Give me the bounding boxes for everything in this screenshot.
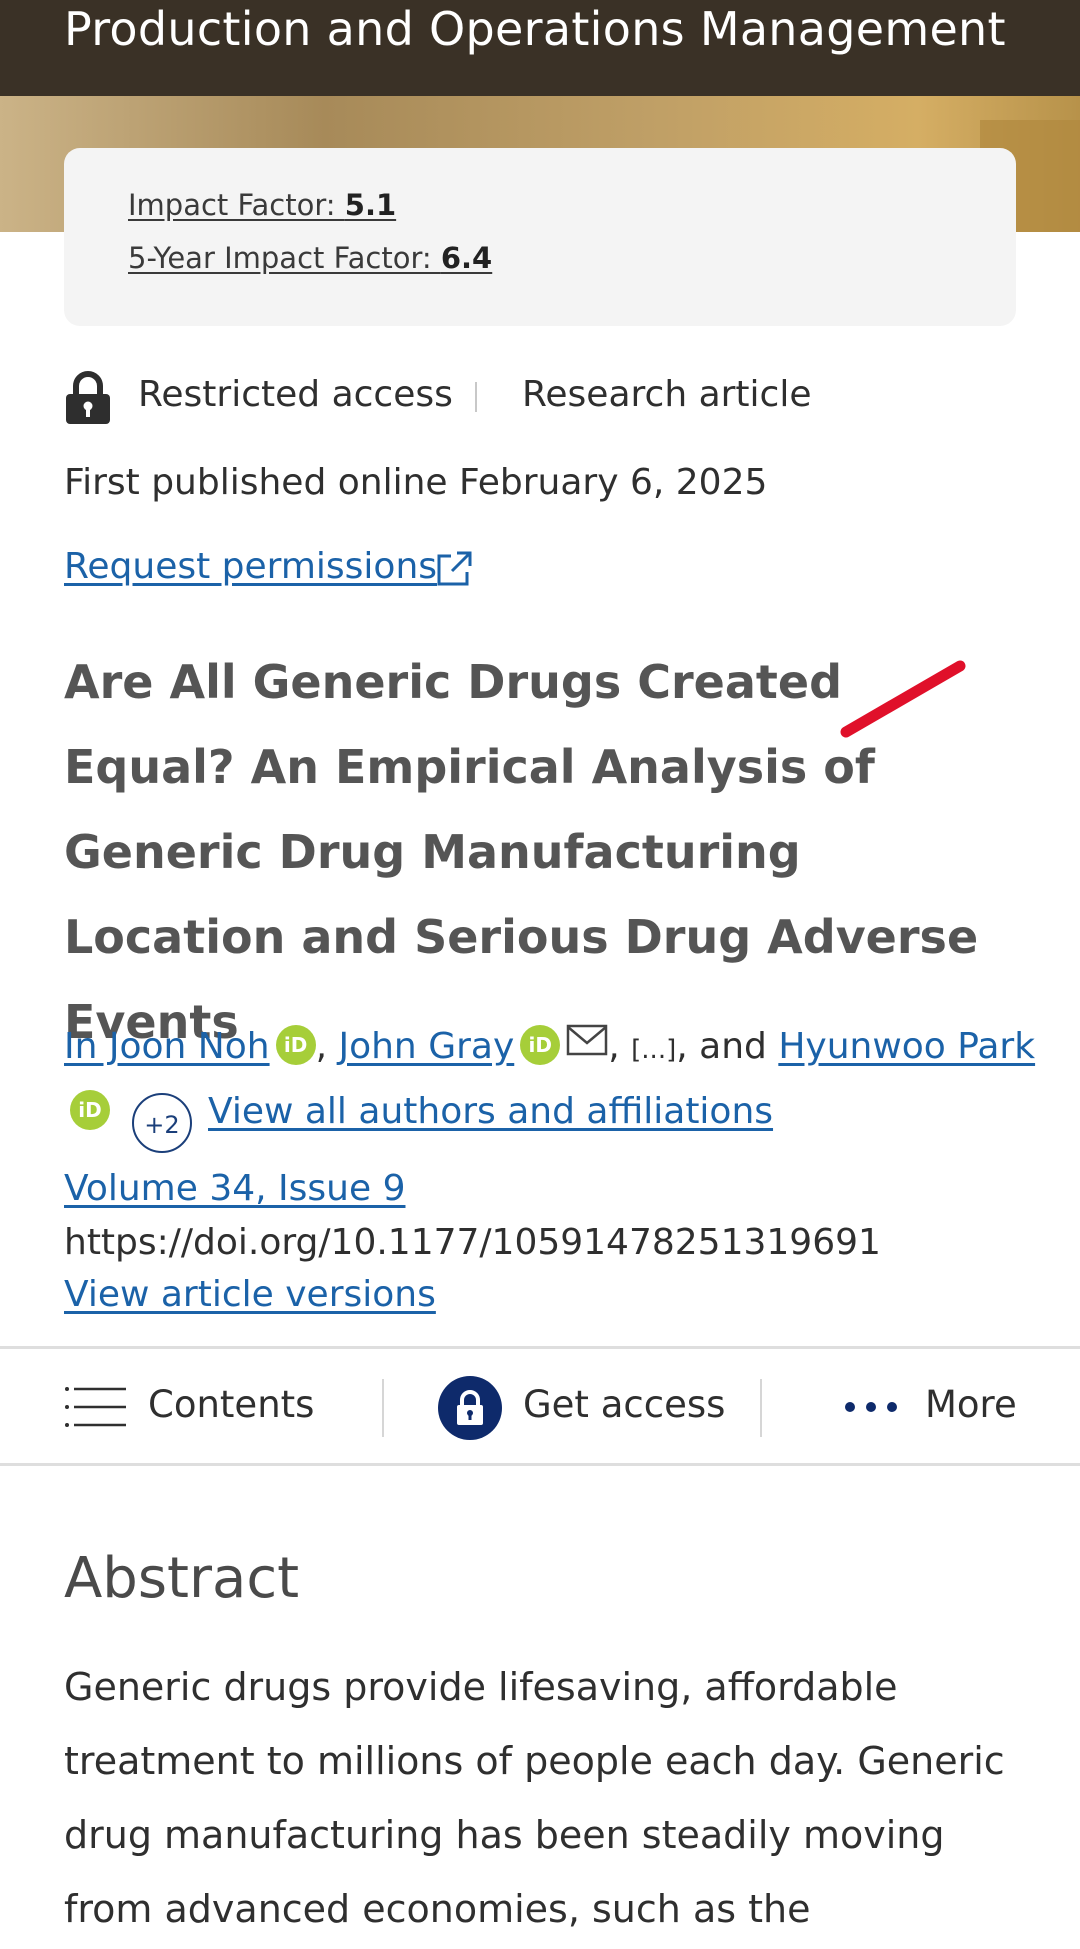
five-year-impact-factor-value: 6.4 xyxy=(440,241,493,275)
menu-icon[interactable] xyxy=(64,1379,128,1435)
article-action-bar: Contents Get access More xyxy=(0,1346,1080,1466)
impact-factor-value: 5.1 xyxy=(344,188,397,222)
article-meta-row: Restricted access Research article xyxy=(64,368,1024,428)
more-authors-badge[interactable]: +2 xyxy=(132,1093,192,1153)
orcid-icon[interactable]: iD xyxy=(520,1025,561,1065)
orcid-icon[interactable]: iD xyxy=(70,1090,110,1130)
view-all-authors-link[interactable]: View all authors and affiliations xyxy=(208,1091,773,1132)
volume-issue-link[interactable]: Volume 34, Issue 9 xyxy=(64,1168,405,1209)
doi-text[interactable]: https://doi.org/10.1177/1059147825131969… xyxy=(64,1222,881,1263)
author-link[interactable]: Hyunwoo Park xyxy=(778,1026,1035,1067)
author-link[interactable]: John Gray xyxy=(338,1026,514,1067)
publication-date: First published online February 6, 2025 xyxy=(64,462,768,503)
abstract-text: Generic drugs provide lifesaving, afford… xyxy=(64,1665,1005,1931)
external-link-icon[interactable] xyxy=(433,548,475,590)
impact-factor-label: Impact Factor: xyxy=(128,188,345,222)
lock-icon xyxy=(66,371,110,424)
get-access-button[interactable]: Get access xyxy=(523,1383,725,1426)
authors-list: In Joon Noh iD, John Gray iD , [...], and … xyxy=(64,1016,1044,1153)
journal-header: Production and Operations Management xyxy=(0,0,1080,96)
pen-annotation-mark xyxy=(840,660,966,738)
author-separator: , xyxy=(608,1026,632,1067)
journal-title[interactable]: Production and Operations Management xyxy=(64,2,1006,56)
impact-factor-link[interactable]: Impact Factor: 5.1 xyxy=(128,188,396,222)
five-year-impact-factor-link[interactable]: 5-Year Impact Factor: 6.4 xyxy=(128,241,492,275)
orcid-icon[interactable]: iD xyxy=(275,1025,316,1065)
action-divider xyxy=(382,1379,384,1437)
more-dots-icon[interactable] xyxy=(842,1395,900,1419)
article-type: Research article xyxy=(522,374,812,415)
impact-factor-card: Impact Factor: 5.1 5-Year Impact Factor:… xyxy=(64,148,1016,326)
author-separator: , xyxy=(676,1026,688,1067)
more-button[interactable]: More xyxy=(925,1383,1017,1426)
meta-divider xyxy=(475,382,477,412)
authors-ellipsis: [...] xyxy=(631,1035,677,1065)
author-separator: , xyxy=(315,1026,339,1067)
action-divider xyxy=(760,1379,762,1437)
access-status: Restricted access xyxy=(138,374,453,415)
authors-and: and xyxy=(699,1026,767,1067)
author-link[interactable]: In Joon Noh xyxy=(64,1026,270,1067)
mail-icon[interactable] xyxy=(566,1024,608,1056)
five-year-impact-factor-label: 5-Year Impact Factor: xyxy=(128,241,441,275)
contents-button[interactable]: Contents xyxy=(148,1383,314,1426)
lock-circle-icon[interactable] xyxy=(437,1375,503,1441)
view-article-versions-link[interactable]: View article versions xyxy=(64,1274,436,1315)
request-permissions-link[interactable]: Request permissions xyxy=(64,546,437,587)
abstract-heading: Abstract xyxy=(64,1546,300,1611)
